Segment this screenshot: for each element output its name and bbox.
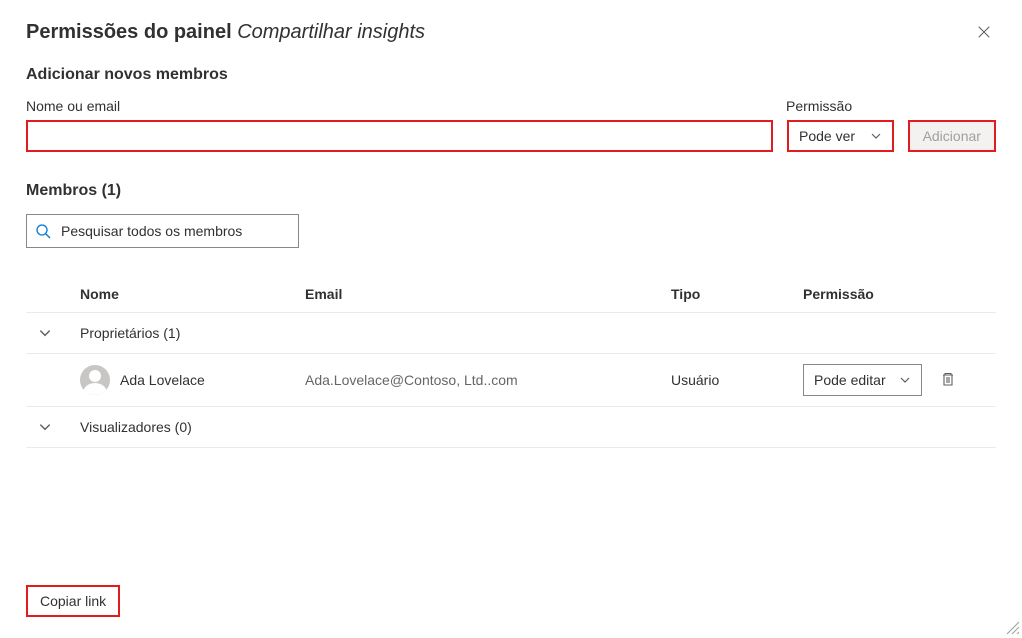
- chevron-down-icon: [38, 326, 80, 340]
- group-row-viewers[interactable]: Visualizadores (0): [26, 406, 996, 448]
- permission-select-value: Pode ver: [799, 128, 855, 144]
- user-email: Ada.Lovelace@Contoso, Ltd..com: [305, 372, 671, 388]
- title-prefix: Permissões do painel: [26, 21, 232, 43]
- dialog-title: Permissões do painel Compartilhar insigh…: [26, 21, 425, 44]
- column-header-name: Nome: [80, 286, 305, 302]
- user-type: Usuário: [671, 372, 803, 388]
- column-header-permission: Permissão: [803, 286, 943, 302]
- user-name: Ada Lovelace: [120, 372, 205, 388]
- name-email-input[interactable]: [36, 127, 763, 145]
- copy-link-button[interactable]: Copiar link: [26, 585, 120, 617]
- search-members-box[interactable]: [26, 214, 299, 248]
- close-icon: [977, 25, 991, 39]
- user-cell: Ada Lovelace: [80, 365, 305, 395]
- delete-member-button[interactable]: [940, 371, 956, 390]
- name-email-label: Nome ou email: [26, 98, 786, 114]
- column-header-email: Email: [305, 286, 671, 302]
- group-row-owners[interactable]: Proprietários (1): [26, 312, 996, 353]
- dialog-header: Permissões do painel Compartilhar insigh…: [26, 20, 996, 44]
- title-panel-name: Compartilhar insights: [237, 21, 425, 43]
- avatar: [80, 365, 110, 395]
- search-members-input[interactable]: [59, 222, 290, 240]
- column-header-type: Tipo: [671, 286, 803, 302]
- resize-grip-icon[interactable]: [1006, 621, 1020, 635]
- close-button[interactable]: [972, 20, 996, 44]
- add-button[interactable]: Adicionar: [908, 120, 996, 152]
- permission-label: Permissão: [786, 98, 852, 114]
- chevron-down-icon: [899, 374, 911, 386]
- members-heading: Membros (1): [26, 182, 996, 200]
- field-labels-row: Nome ou email Permissão: [26, 98, 996, 114]
- dialog-footer: Copiar link: [26, 565, 996, 617]
- members-table: Nome Email Tipo Permissão Proprietários …: [26, 276, 996, 448]
- add-button-label: Adicionar: [923, 128, 981, 144]
- permissions-dialog: Permissões do painel Compartilhar insigh…: [0, 0, 1022, 637]
- search-icon: [35, 223, 51, 239]
- row-permission-value: Pode editar: [814, 372, 886, 388]
- table-row: Ada Lovelace Ada.Lovelace@Contoso, Ltd..…: [26, 353, 996, 406]
- chevron-down-icon: [38, 420, 80, 434]
- row-permission-select[interactable]: Pode editar: [803, 364, 922, 396]
- permission-select[interactable]: Pode ver: [787, 120, 894, 152]
- group-owners-label: Proprietários (1): [80, 325, 180, 341]
- trash-icon: [940, 371, 956, 387]
- chevron-down-icon: [870, 130, 882, 142]
- copy-link-label: Copiar link: [40, 593, 106, 609]
- add-member-input-row: Pode ver Adicionar: [26, 120, 996, 152]
- name-email-input-wrapper: [26, 120, 773, 152]
- group-viewers-label: Visualizadores (0): [80, 419, 192, 435]
- user-permission-cell: Pode editar: [803, 364, 956, 396]
- table-header-row: Nome Email Tipo Permissão: [26, 276, 996, 312]
- add-members-heading: Adicionar novos membros: [26, 66, 996, 84]
